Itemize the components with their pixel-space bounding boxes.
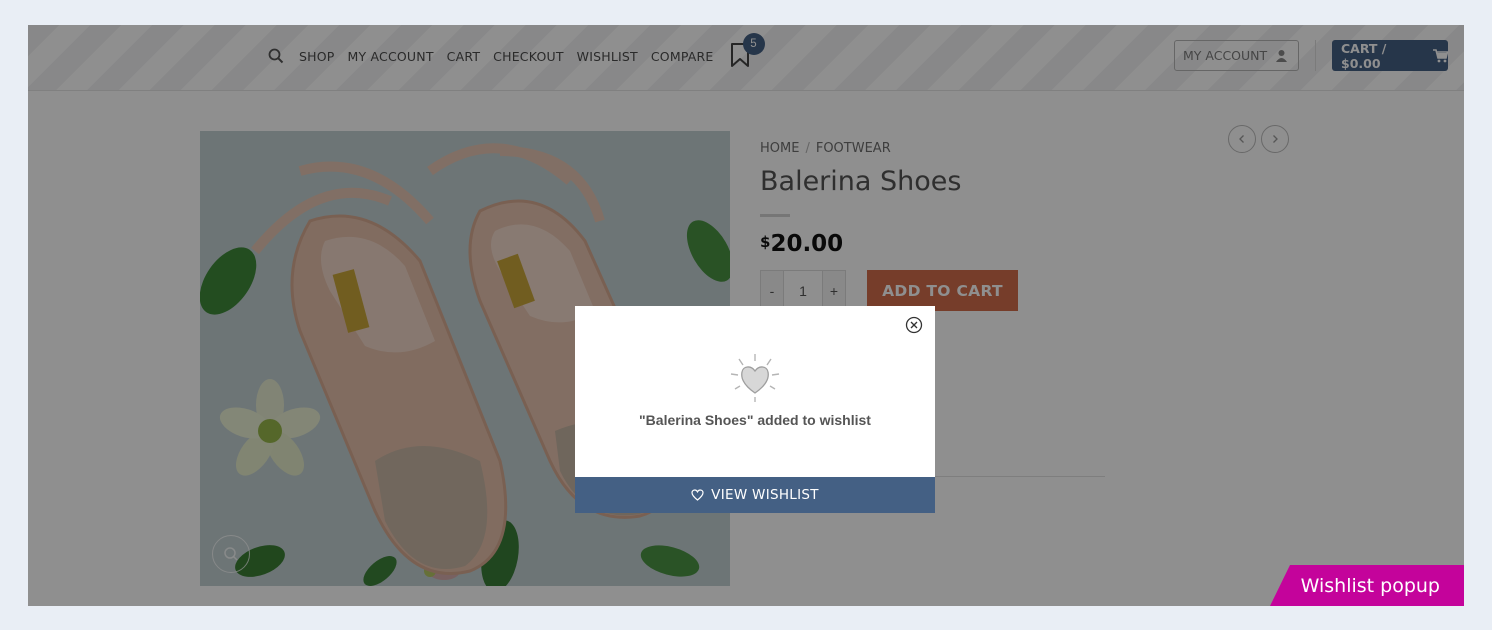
heart-icon — [730, 354, 780, 402]
wishlist-popup: "Balerina Shoes" added to wishlist VIEW … — [575, 306, 935, 513]
view-wishlist-label: VIEW WISHLIST — [711, 487, 819, 503]
close-circle-icon[interactable] — [905, 316, 923, 334]
corner-label: Wishlist popup — [1270, 565, 1464, 606]
heart-outline-icon — [691, 489, 704, 501]
page-frame: SHOP MY ACCOUNT CART CHECKOUT WISHLIST C… — [28, 25, 1464, 606]
popup-message: "Balerina Shoes" added to wishlist — [639, 412, 871, 428]
view-wishlist-button[interactable]: VIEW WISHLIST — [575, 477, 935, 513]
